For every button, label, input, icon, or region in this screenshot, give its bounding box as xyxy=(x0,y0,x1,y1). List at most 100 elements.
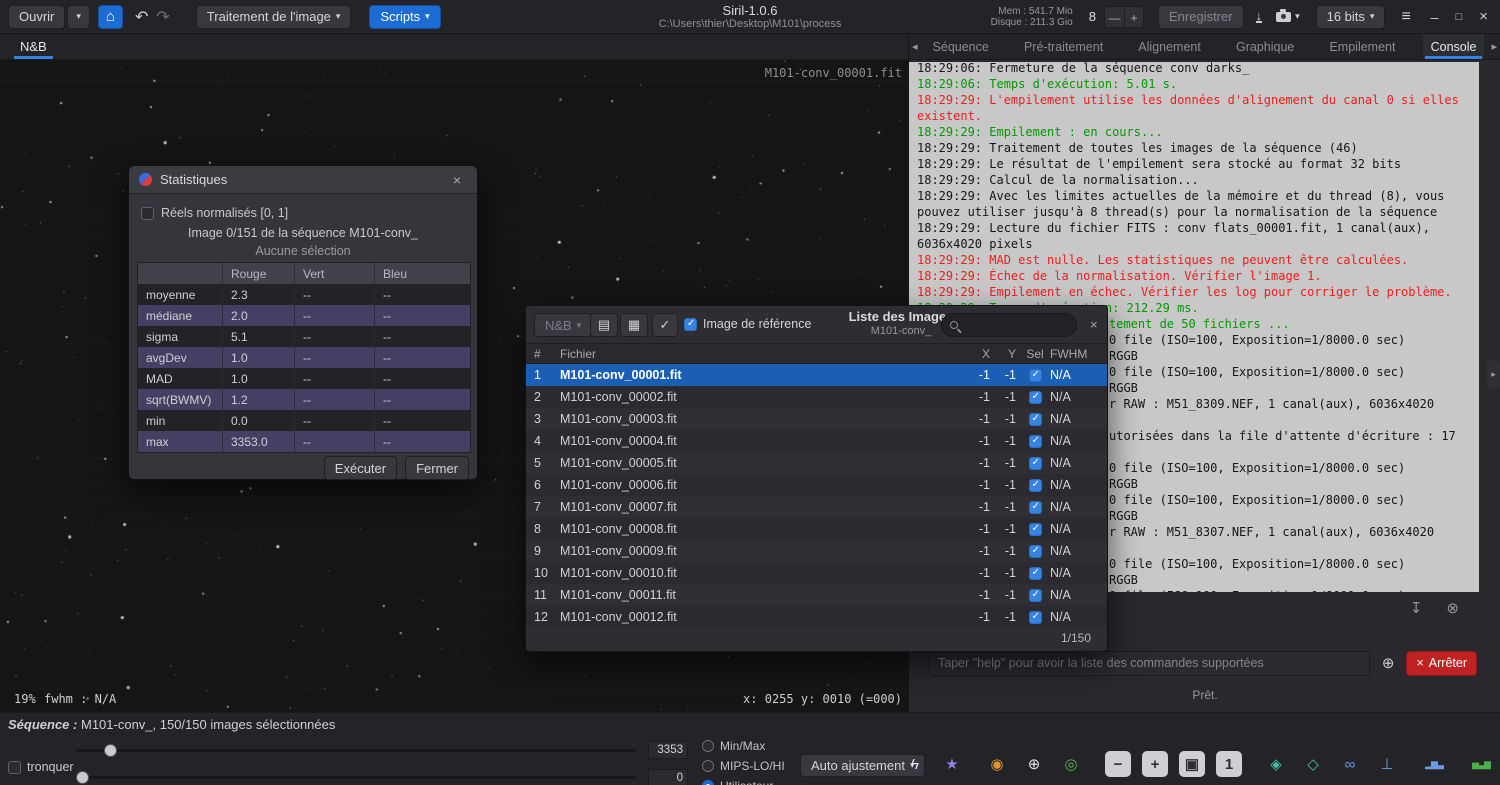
radio-user[interactable]: Utilisateur xyxy=(702,779,773,785)
reference-image-option[interactable]: Image de référence xyxy=(684,317,811,331)
lo-slider-knob[interactable] xyxy=(76,771,89,784)
snapshot-button[interactable]: ▾ xyxy=(1272,5,1304,29)
row-select-checkbox[interactable] xyxy=(1028,390,1042,404)
channel-mode-button[interactable]: N&B ▾ xyxy=(534,313,593,337)
image-row[interactable]: 8 M101-conv_00008.fit -1 -1 N/A xyxy=(526,518,1107,540)
tab-nb[interactable]: N&B xyxy=(10,34,57,59)
row-select-checkbox[interactable] xyxy=(1028,544,1042,558)
reference-image-checkbox[interactable] xyxy=(684,317,697,331)
stack-chart-button[interactable]: ▅▃▆ xyxy=(1468,751,1494,777)
thread-increment-button[interactable]: + xyxy=(1123,6,1143,27)
image-processing-button[interactable]: Traitement de l'image ▾ xyxy=(195,4,352,29)
close-dialog-button[interactable]: Fermer xyxy=(405,456,469,480)
tabs-scroll-right-icon[interactable]: ▸ xyxy=(1488,40,1500,53)
list-view-button[interactable]: ▤ xyxy=(590,313,618,337)
scripts-button[interactable]: Scripts ▾ xyxy=(369,4,441,29)
row-select-checkbox[interactable] xyxy=(1028,610,1042,624)
channels-button[interactable]: ◇ xyxy=(1300,751,1326,777)
clear-console-button[interactable]: ⊗ xyxy=(1440,596,1465,620)
execute-button[interactable]: Exécuter xyxy=(323,456,398,480)
hi-slider-knob[interactable] xyxy=(104,744,117,757)
undo-button[interactable]: ↶ xyxy=(131,5,152,29)
stats-row[interactable]: max 3353.0 -- -- xyxy=(138,431,470,452)
tab-alignement[interactable]: Alignement xyxy=(1130,34,1209,59)
search-clear-button[interactable]: × xyxy=(1084,316,1104,333)
measure-button[interactable]: ⊥ xyxy=(1374,751,1400,777)
open-dropdown-button[interactable]: ▾ xyxy=(67,4,90,29)
stop-button[interactable]: × Arrêter xyxy=(1406,650,1477,676)
photometry-button[interactable]: ◎ xyxy=(1058,751,1084,777)
row-select-checkbox[interactable] xyxy=(1028,456,1042,470)
radio-mips[interactable]: MIPS-LO/HI xyxy=(702,759,785,773)
radio-minmax[interactable]: Min/Max xyxy=(702,739,765,753)
astrometry-button[interactable]: ⊕ xyxy=(1021,751,1047,777)
histogram-button[interactable]: ▂▆▃ xyxy=(1421,751,1447,777)
image-row[interactable]: 4 M101-conv_00004.fit -1 -1 N/A xyxy=(526,430,1107,452)
normalized-checkbox[interactable] xyxy=(141,206,154,220)
image-row[interactable]: 6 M101-conv_00006.fit -1 -1 N/A xyxy=(526,474,1107,496)
truncate-checkbox[interactable] xyxy=(8,760,21,774)
image-row[interactable]: 12 M101-conv_00012.fit -1 -1 N/A xyxy=(526,606,1107,626)
select-all-button[interactable]: ✓ xyxy=(652,313,678,337)
stats-row[interactable]: médiane 2.0 -- -- xyxy=(138,305,470,326)
hi-slider[interactable] xyxy=(76,744,636,757)
language-button[interactable]: ⊕ xyxy=(1378,651,1399,675)
stats-row[interactable]: min 0.0 -- -- xyxy=(138,410,470,431)
open-button[interactable]: Ouvrir xyxy=(8,4,66,29)
close-button[interactable]: × xyxy=(1479,5,1488,29)
hi-value-field[interactable]: 3353 xyxy=(648,741,688,759)
image-row[interactable]: 3 M101-conv_00003.fit -1 -1 N/A xyxy=(526,408,1107,430)
row-select-checkbox[interactable] xyxy=(1028,368,1042,382)
stats-row[interactable]: sigma 5.1 -- -- xyxy=(138,326,470,347)
fit-window-button[interactable]: ▣ xyxy=(1179,751,1205,777)
bit-depth-button[interactable]: 16 bits ▾ xyxy=(1315,4,1386,29)
statistics-close-button[interactable]: × xyxy=(447,171,467,189)
command-input[interactable] xyxy=(929,650,1370,676)
radio-mips-circle[interactable] xyxy=(702,760,714,772)
menu-button[interactable]: ≡ xyxy=(1397,5,1414,29)
statistics-dialog-titlebar[interactable]: Statistiques × xyxy=(129,166,477,194)
image-row[interactable]: 7 M101-conv_00007.fit -1 -1 N/A xyxy=(526,496,1107,518)
redo-button[interactable]: ↷ xyxy=(152,5,173,29)
restore-button[interactable]: □ xyxy=(1456,5,1463,29)
wand-button[interactable]: ϟ xyxy=(902,751,928,777)
image-row[interactable]: 1 M101-conv_00001.fit -1 -1 N/A xyxy=(526,364,1107,386)
tab-sequence[interactable]: Séquence xyxy=(925,34,997,59)
zoom-in-button[interactable]: + xyxy=(1142,751,1168,777)
stats-row[interactable]: MAD 1.0 -- -- xyxy=(138,368,470,389)
lo-value-field[interactable]: 0 xyxy=(648,769,688,785)
radio-minmax-circle[interactable] xyxy=(702,740,714,752)
save-as-button[interactable]: ↓ xyxy=(1252,5,1267,29)
link-channels-button[interactable]: ∞ xyxy=(1337,751,1363,777)
save-button[interactable]: Enregistrer xyxy=(1157,4,1244,29)
row-select-checkbox[interactable] xyxy=(1028,566,1042,580)
row-select-checkbox[interactable] xyxy=(1028,412,1042,426)
image-row[interactable]: 5 M101-conv_00005.fit -1 -1 N/A xyxy=(526,452,1107,474)
tabs-scroll-left-icon[interactable]: ◂ xyxy=(909,40,921,53)
truncate-option[interactable]: tronquer xyxy=(8,760,74,774)
lo-slider[interactable] xyxy=(76,771,636,784)
tab-graphique[interactable]: Graphique xyxy=(1228,34,1302,59)
thread-decrement-button[interactable]: — xyxy=(1104,6,1124,27)
image-row[interactable]: 2 M101-conv_00002.fit -1 -1 N/A xyxy=(526,386,1107,408)
panel-expand-handle[interactable]: ▸ xyxy=(1487,360,1500,388)
image-row[interactable]: 11 M101-conv_00011.fit -1 -1 N/A xyxy=(526,584,1107,606)
layers-button[interactable]: ◈ xyxy=(1263,751,1289,777)
stats-row[interactable]: avgDev 1.0 -- -- xyxy=(138,347,470,368)
zoom-out-button[interactable]: − xyxy=(1105,751,1131,777)
star-detection-button[interactable]: ★ xyxy=(939,751,965,777)
row-select-checkbox[interactable] xyxy=(1028,522,1042,536)
row-select-checkbox[interactable] xyxy=(1028,434,1042,448)
normalized-option[interactable]: Réels normalisés [0, 1] xyxy=(141,206,288,220)
export-log-button[interactable]: ↧ xyxy=(1404,596,1429,620)
row-select-checkbox[interactable] xyxy=(1028,588,1042,602)
stats-row[interactable]: sqrt(BWMV) 1.2 -- -- xyxy=(138,389,470,410)
home-button[interactable]: ⌂ xyxy=(97,4,123,29)
grid-view-button[interactable]: ▦ xyxy=(620,313,648,337)
image-row[interactable]: 10 M101-conv_00010.fit -1 -1 N/A xyxy=(526,562,1107,584)
tab-console[interactable]: Console xyxy=(1422,34,1485,59)
row-select-checkbox[interactable] xyxy=(1028,500,1042,514)
row-select-checkbox[interactable] xyxy=(1028,478,1042,492)
image-search-field[interactable] xyxy=(941,313,1077,337)
stats-row[interactable]: moyenne 2.3 -- -- xyxy=(138,284,470,305)
